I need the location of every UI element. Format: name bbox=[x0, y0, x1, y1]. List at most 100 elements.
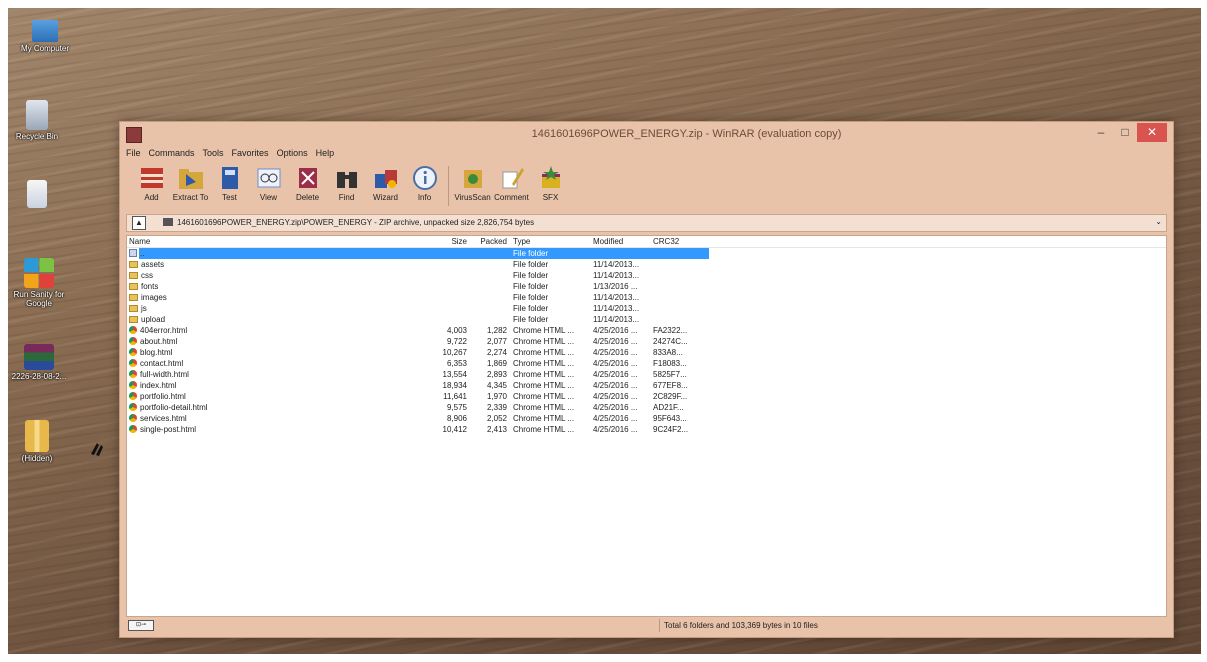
row-size-cell: 10,267 bbox=[442, 348, 467, 357]
table-row[interactable]: services.html 8,906 2,052 Chrome HTML ... 4/… bbox=[127, 413, 1166, 424]
row-name-cell: index.html bbox=[129, 381, 176, 390]
comment-button[interactable]: Comment bbox=[492, 162, 531, 202]
row-modified-cell: 4/25/2016 ... bbox=[593, 392, 638, 401]
info-icon bbox=[411, 164, 439, 192]
row-name-cell: .. bbox=[129, 249, 144, 258]
sfx-button[interactable]: SFX bbox=[531, 162, 570, 202]
folder-icon bbox=[129, 272, 138, 279]
row-type-cell: Chrome HTML ... bbox=[513, 414, 575, 423]
table-row[interactable]: contact.html 6,353 1,869 Chrome HTML ... 4/2… bbox=[127, 358, 1166, 369]
pinned-app-icon[interactable] bbox=[88, 440, 106, 458]
column-crc-header[interactable]: CRC32 bbox=[653, 237, 679, 246]
desktop-background: My Computer Recycle Bin Run Sanity for G… bbox=[8, 8, 1201, 654]
table-row[interactable]: .. File folder bbox=[127, 248, 1166, 259]
table-row[interactable]: full-width.html 13,554 2,893 Chrome HTML ..… bbox=[127, 369, 1166, 380]
menu-file[interactable]: File bbox=[126, 148, 141, 162]
table-row[interactable]: css File folder 11/14/2013... bbox=[127, 270, 1166, 281]
title-bar[interactable]: 1461601696POWER_ENERGY.zip - WinRAR (eva… bbox=[120, 122, 1173, 147]
row-crc-cell: 24274C... bbox=[653, 337, 688, 346]
winrar-window: 1461601696POWER_ENERGY.zip - WinRAR (eva… bbox=[119, 121, 1174, 638]
column-packed-header[interactable]: Packed bbox=[475, 237, 507, 246]
row-name-cell: services.html bbox=[129, 414, 187, 423]
column-type-header[interactable]: Type bbox=[513, 237, 530, 246]
row-packed-cell: 2,052 bbox=[486, 414, 507, 423]
test-button[interactable]: Test bbox=[210, 162, 249, 202]
row-modified-cell: 4/25/2016 ... bbox=[593, 370, 638, 379]
row-modified-cell: 4/25/2016 ... bbox=[593, 348, 638, 357]
table-row[interactable]: blog.html 10,267 2,274 Chrome HTML ... 4/25/… bbox=[127, 347, 1166, 358]
menu-tools[interactable]: Tools bbox=[203, 148, 224, 162]
folder-icon bbox=[129, 294, 138, 301]
row-type-cell: File folder bbox=[513, 315, 549, 324]
info-button[interactable]: Info bbox=[405, 162, 444, 202]
row-name-text: services.html bbox=[140, 414, 187, 423]
delete-button[interactable]: Delete bbox=[288, 162, 327, 202]
sfx-label: SFX bbox=[542, 193, 559, 202]
table-row[interactable]: single-post.html 10,412 2,413 Chrome HTML .… bbox=[127, 424, 1166, 435]
table-row[interactable]: fonts File folder 1/13/2016 ... bbox=[127, 281, 1166, 292]
row-packed-cell: 2,413 bbox=[486, 425, 507, 434]
table-row[interactable]: portfolio-detail.html 9,575 2,339 Chrome HT… bbox=[127, 402, 1166, 413]
row-packed-cell: 1,869 bbox=[486, 359, 507, 368]
column-modified-header[interactable]: Modified bbox=[593, 237, 623, 246]
table-row[interactable]: about.html 9,722 2,077 Chrome HTML ... 4/25/… bbox=[127, 336, 1166, 347]
add-label: Add bbox=[144, 193, 159, 202]
window-title: 1461601696POWER_ENERGY.zip - WinRAR (eva… bbox=[531, 128, 842, 140]
desktop-icon-my-computer[interactable]: My Computer bbox=[10, 20, 80, 53]
row-crc-cell: 5825F7... bbox=[653, 370, 687, 379]
row-modified-cell: 4/25/2016 ... bbox=[593, 326, 638, 335]
menu-options[interactable]: Options bbox=[277, 148, 308, 162]
row-type-cell: Chrome HTML ... bbox=[513, 370, 575, 379]
maximize-button[interactable]: □ bbox=[1113, 123, 1137, 142]
desktop-icon-zip-folder[interactable]: (Hidden) bbox=[8, 420, 72, 463]
extract-to-button[interactable]: Extract To bbox=[171, 162, 210, 202]
add-button[interactable]: Add bbox=[132, 162, 171, 202]
delete-icon bbox=[294, 164, 322, 192]
tiles-icon bbox=[24, 258, 54, 288]
file-list[interactable]: Name Size Packed Type Modified CRC32 .. F… bbox=[126, 235, 1167, 617]
chrome-html-icon bbox=[129, 414, 137, 422]
desktop-icon-winrar[interactable]: 2226-28-08-2... bbox=[8, 344, 74, 381]
up-one-level-button[interactable]: ▲ bbox=[132, 216, 146, 230]
table-row[interactable]: portfolio.html 11,641 1,970 Chrome HTML ...… bbox=[127, 391, 1166, 402]
table-row[interactable]: upload File folder 11/14/2013... bbox=[127, 314, 1166, 325]
menu-help[interactable]: Help bbox=[316, 148, 335, 162]
desktop-icon-tiles[interactable]: Run Sanity for Google bbox=[8, 258, 74, 308]
menu-commands[interactable]: Commands bbox=[149, 148, 195, 162]
table-row[interactable]: js File folder 11/14/2013... bbox=[127, 303, 1166, 314]
menu-favorites[interactable]: Favorites bbox=[232, 148, 269, 162]
find-button[interactable]: Find bbox=[327, 162, 366, 202]
row-name-cell: portfolio-detail.html bbox=[129, 403, 208, 412]
desktop-icon-file[interactable] bbox=[8, 180, 72, 210]
close-button[interactable]: ✕ bbox=[1137, 123, 1167, 142]
view-button[interactable]: View bbox=[249, 162, 288, 202]
file-icon bbox=[27, 180, 47, 208]
virusscan-button[interactable]: VirusScan bbox=[453, 162, 492, 202]
address-bar[interactable]: ▲ 1461601696POWER_ENERGY.zip\POWER_ENERG… bbox=[126, 214, 1167, 232]
column-name-header[interactable]: Name bbox=[129, 237, 150, 246]
table-row[interactable]: index.html 18,934 4,345 Chrome HTML ... 4/25… bbox=[127, 380, 1166, 391]
row-name-text: .. bbox=[140, 249, 145, 258]
row-packed-cell: 2,893 bbox=[486, 370, 507, 379]
minimize-button[interactable]: – bbox=[1089, 123, 1113, 142]
desktop-icon-recycle-bin[interactable]: Recycle Bin bbox=[8, 100, 72, 141]
table-row[interactable]: assets File folder 11/14/2013... bbox=[127, 259, 1166, 270]
keys-icon[interactable]: ⊡⊸ bbox=[128, 620, 154, 631]
row-size-cell: 4,003 bbox=[446, 326, 467, 335]
row-name-cell: css bbox=[129, 271, 153, 280]
table-row[interactable]: 404error.html 4,003 1,282 Chrome HTML ... 4/… bbox=[127, 325, 1166, 336]
row-modified-cell: 1/13/2016 ... bbox=[593, 282, 638, 291]
zip-folder-icon bbox=[25, 420, 49, 452]
wizard-button[interactable]: Wizard bbox=[366, 162, 405, 202]
address-dropdown-chevron-icon[interactable]: ⌄ bbox=[1155, 217, 1162, 226]
folder-icon bbox=[129, 261, 138, 268]
row-type-cell: Chrome HTML ... bbox=[513, 425, 575, 434]
table-row[interactable]: images File folder 11/14/2013... bbox=[127, 292, 1166, 303]
view-label: View bbox=[259, 193, 278, 202]
row-size-cell: 9,575 bbox=[446, 403, 467, 412]
virus-scan-icon bbox=[459, 164, 487, 192]
row-type-cell: File folder bbox=[513, 260, 549, 269]
toolbar: Add Extract To Test View Delete Find Wiz… bbox=[126, 162, 1167, 212]
row-packed-cell: 2,274 bbox=[486, 348, 507, 357]
column-size-header[interactable]: Size bbox=[437, 237, 467, 246]
